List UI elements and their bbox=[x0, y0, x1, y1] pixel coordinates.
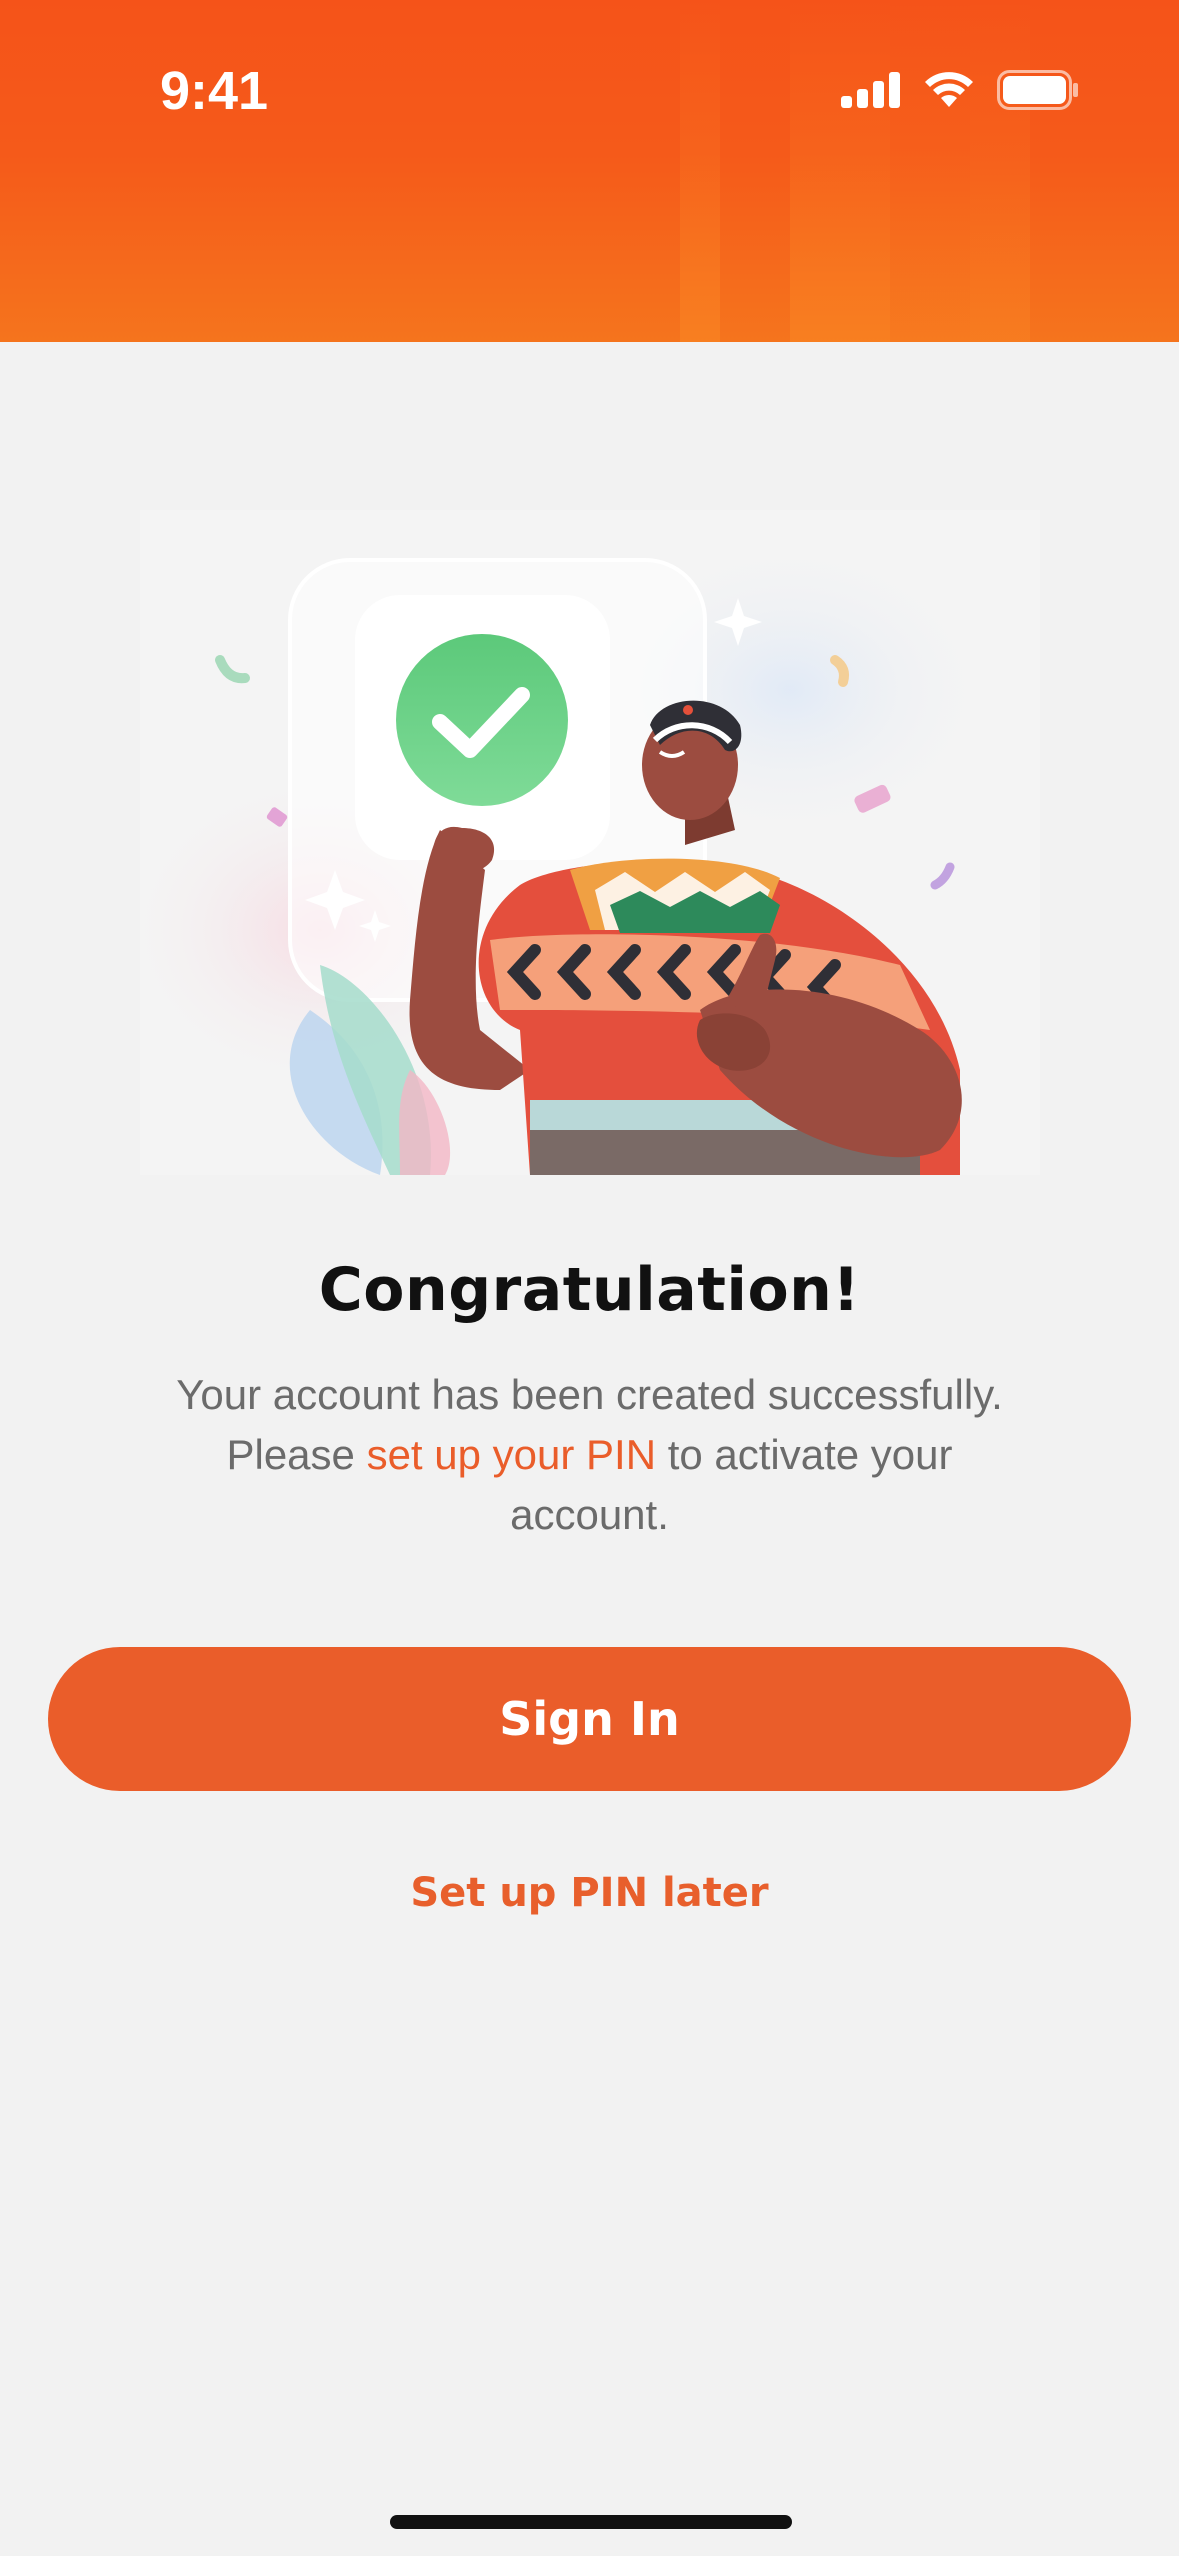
message-line-2-prefix: Please bbox=[226, 1431, 367, 1478]
success-illustration bbox=[120, 510, 1040, 1175]
message-line-3: account. bbox=[510, 1491, 669, 1538]
wifi-icon bbox=[923, 71, 975, 113]
status-time: 9:41 bbox=[160, 61, 269, 121]
header-banner: 9:41 bbox=[0, 0, 1179, 342]
status-icons bbox=[841, 70, 1079, 114]
success-message: Your account has been created successful… bbox=[120, 1365, 1059, 1545]
header-decoration bbox=[680, 0, 720, 342]
header-decoration bbox=[890, 0, 970, 342]
page-title: Congratulation! bbox=[318, 1255, 861, 1325]
sign-in-button[interactable]: Sign In bbox=[48, 1647, 1131, 1791]
setup-pin-later-button[interactable]: Set up PIN later bbox=[0, 1870, 1179, 1916]
setup-pin-link[interactable]: set up your PIN bbox=[367, 1431, 656, 1478]
header-decoration bbox=[790, 0, 890, 342]
battery-icon bbox=[997, 70, 1079, 114]
header-decoration bbox=[970, 0, 1030, 342]
message-line-2-suffix: to activate your bbox=[656, 1431, 953, 1478]
message-line-1: Your account has been created successful… bbox=[176, 1371, 1003, 1418]
cellular-signal-icon bbox=[841, 72, 901, 112]
home-indicator[interactable] bbox=[390, 2515, 792, 2529]
